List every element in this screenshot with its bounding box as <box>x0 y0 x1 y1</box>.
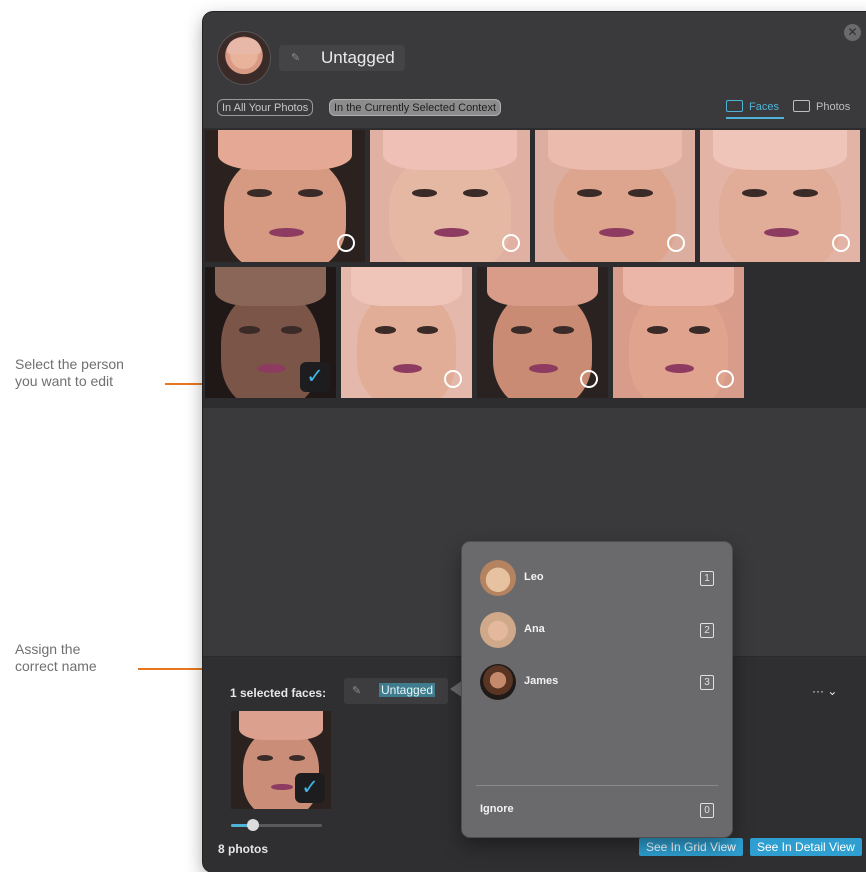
popover-divider <box>476 785 718 786</box>
more-options-button[interactable]: ··· ⌄ <box>812 684 837 698</box>
assign-name-value[interactable]: Untagged <box>379 683 436 697</box>
tab-faces-label: Faces <box>749 101 779 113</box>
select-circle-icon[interactable] <box>832 234 850 252</box>
edit-icon: ✎ <box>352 685 362 697</box>
person-name-field[interactable]: ✎ Untagged <box>279 45 405 71</box>
person-name: Untagged <box>321 48 395 67</box>
face-tile[interactable] <box>477 267 608 398</box>
select-circle-icon[interactable] <box>716 370 734 388</box>
annotation-select-person: Select the person you want to edit <box>15 356 124 389</box>
zoom-slider-handle[interactable] <box>247 819 259 831</box>
select-circle-icon[interactable] <box>337 234 355 252</box>
selected-face-thumbnail: ✓ <box>231 711 331 809</box>
tab-photos-label: Photos <box>816 101 851 113</box>
ignore-option[interactable]: Ignore 0 <box>480 792 714 828</box>
photo-count: 8 photos <box>218 842 268 856</box>
face-tile[interactable] <box>370 130 530 262</box>
edit-icon: ✎ <box>291 52 301 64</box>
face-tile[interactable] <box>700 130 860 262</box>
select-circle-icon[interactable] <box>502 234 520 252</box>
face-tile-selected[interactable]: ✓ <box>205 267 336 398</box>
person-option-label: Leo <box>524 571 544 583</box>
person-option-james[interactable]: James 3 <box>480 664 714 700</box>
person-option-label: Ana <box>524 623 545 635</box>
annotation-assign-name: Assign the correct name <box>15 641 97 674</box>
face-tile[interactable] <box>341 267 472 398</box>
see-in-grid-view-button[interactable]: See In Grid View <box>639 838 743 856</box>
selected-faces-label: 1 selected faces: <box>230 686 327 700</box>
person-option-ana[interactable]: Ana 2 <box>480 612 714 648</box>
see-in-detail-view-button[interactable]: See In Detail View <box>750 838 862 856</box>
face-tile[interactable] <box>535 130 695 262</box>
face-tile[interactable] <box>613 267 744 398</box>
shortcut-key: 2 <box>700 623 714 638</box>
checkmark-icon[interactable]: ✓ <box>295 773 325 803</box>
shortcut-key: 0 <box>700 803 714 818</box>
tab-photos[interactable]: Photos <box>793 100 850 115</box>
select-circle-icon[interactable] <box>444 370 462 388</box>
shortcut-key: 3 <box>700 675 714 690</box>
faces-icon <box>726 100 743 112</box>
person-option-label: James <box>524 675 559 687</box>
shortcut-key: 1 <box>700 571 714 586</box>
avatar <box>480 664 516 700</box>
person-avatar <box>218 32 270 84</box>
person-option-leo[interactable]: Leo 1 <box>480 560 714 596</box>
ignore-label: Ignore <box>480 803 514 815</box>
name-suggestions-popover: Leo 1 Ana 2 James 3 Ignore 0 <box>462 542 732 837</box>
filter-selected-context[interactable]: In the Currently Selected Context <box>329 99 502 116</box>
avatar <box>480 612 516 648</box>
checkmark-icon[interactable]: ✓ <box>300 362 330 392</box>
select-circle-icon[interactable] <box>580 370 598 388</box>
avatar <box>480 560 516 596</box>
filter-all-photos[interactable]: In All Your Photos <box>217 99 314 116</box>
photos-icon <box>793 100 810 112</box>
close-icon[interactable]: ✕ <box>844 24 861 41</box>
tab-faces[interactable]: Faces <box>726 100 784 119</box>
select-circle-icon[interactable] <box>667 234 685 252</box>
assign-name-field[interactable]: ✎ Untagged <box>344 678 448 704</box>
face-tile[interactable] <box>205 130 365 262</box>
